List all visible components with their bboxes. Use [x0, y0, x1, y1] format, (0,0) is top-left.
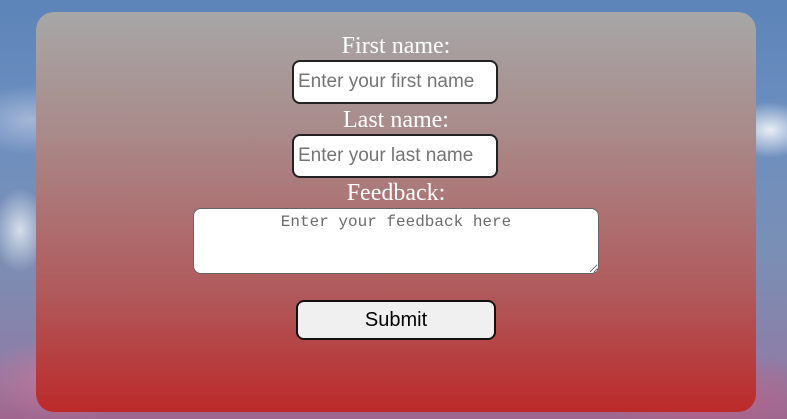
- submit-button[interactable]: Submit: [296, 300, 496, 340]
- feedback-form: First name: Last name: Feedback: Submit: [36, 12, 756, 412]
- last-name-label: Last name:: [343, 107, 449, 133]
- first-name-input[interactable]: [292, 60, 498, 104]
- feedback-label: Feedback:: [346, 180, 446, 206]
- feedback-textarea[interactable]: [193, 208, 599, 274]
- first-name-label: First name:: [341, 33, 451, 59]
- last-name-input[interactable]: [292, 134, 498, 178]
